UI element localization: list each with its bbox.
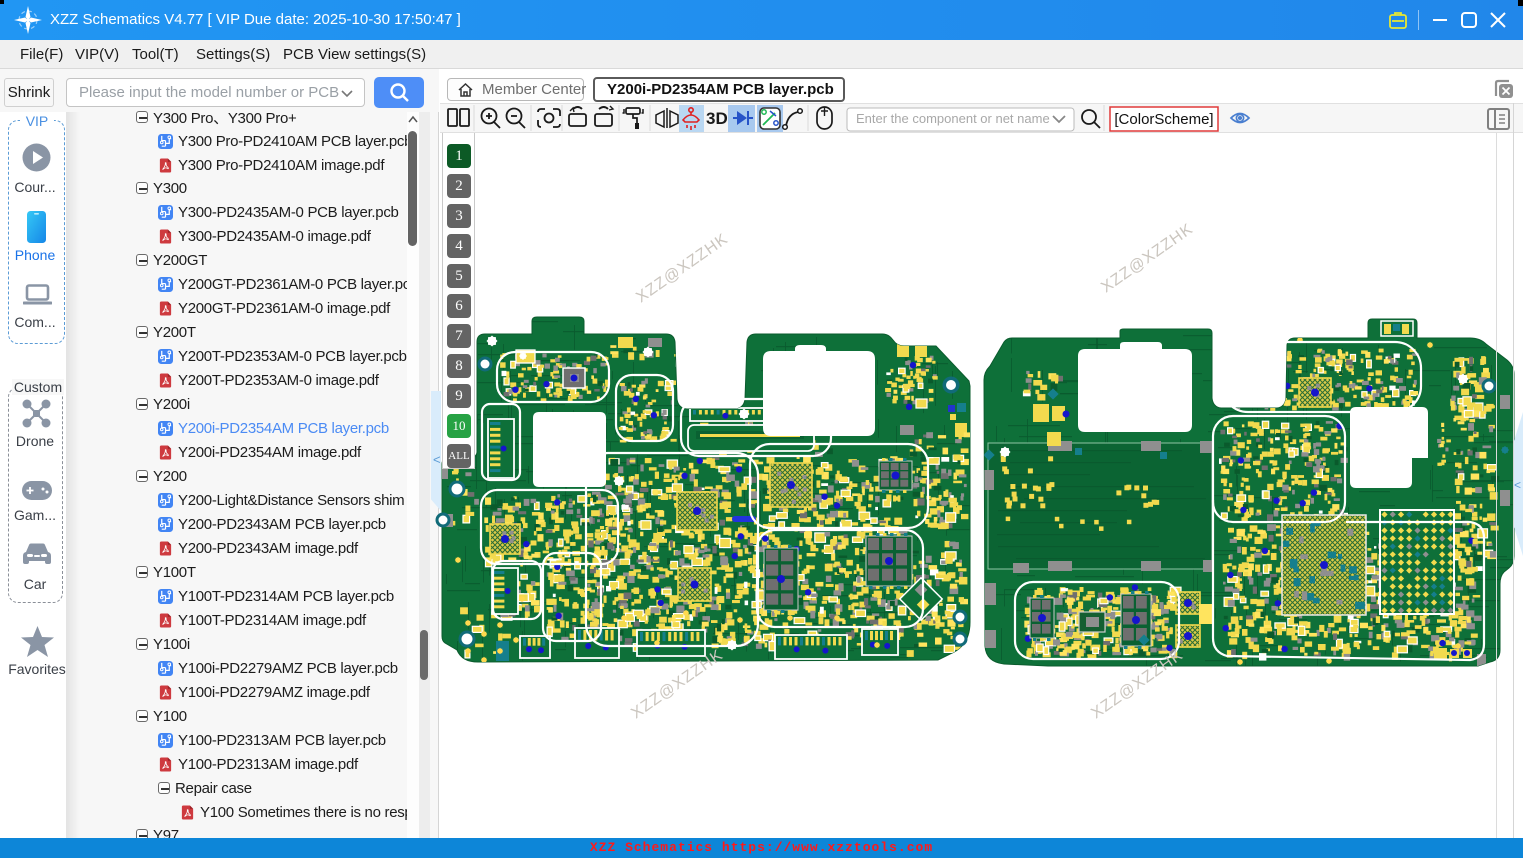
svg-text:XZZ@XZZHK: XZZ@XZZHK [1098,220,1196,296]
svg-text:XZZ@XZZHK: XZZ@XZZHK [633,230,731,306]
